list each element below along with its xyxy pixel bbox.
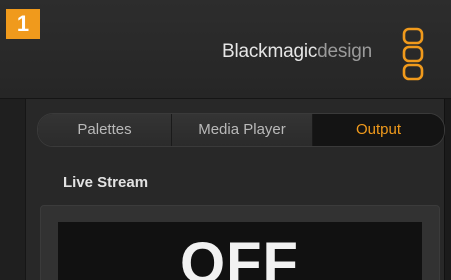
step-badge: 1 [6, 9, 40, 39]
brand-wordmark: Blackmagicdesign [222, 41, 372, 63]
brand-wordmark-light: design [317, 41, 372, 62]
app-window: 1 Blackmagicdesign Palettes Media Player… [0, 0, 451, 280]
brand-wordmark-bold: Blackmagic [222, 41, 318, 62]
tab-bar: Palettes Media Player Output [37, 113, 445, 147]
blackmagic-logo-icon [402, 27, 424, 81]
scrollbar-track[interactable] [444, 99, 451, 280]
section-title: Live Stream [63, 174, 149, 191]
header-bar: 1 Blackmagicdesign [0, 0, 451, 99]
tab-media-player[interactable]: Media Player [172, 114, 313, 146]
stream-status-text: OFF [180, 231, 299, 280]
tab-output[interactable]: Output [313, 114, 444, 146]
tab-palettes[interactable]: Palettes [38, 114, 172, 146]
